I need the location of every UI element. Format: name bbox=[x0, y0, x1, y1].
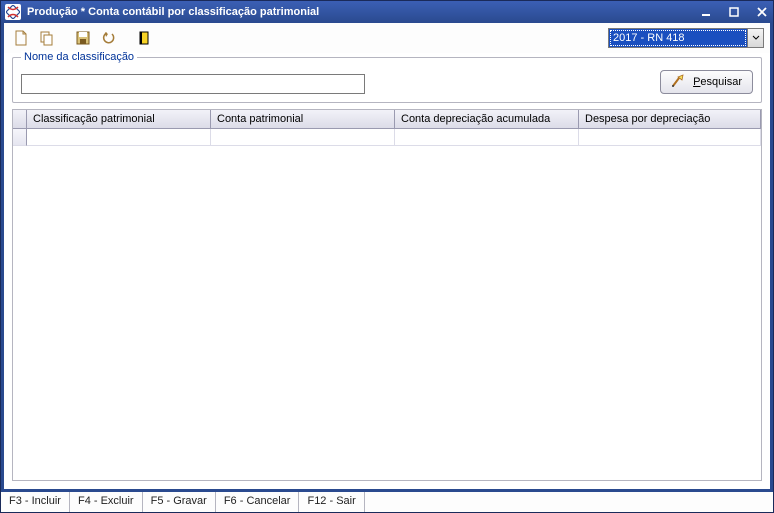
titlebar: Produção * Conta contábil por classifica… bbox=[1, 1, 773, 23]
grid-col-1[interactable]: Conta patrimonial bbox=[211, 110, 395, 129]
grid-cell[interactable] bbox=[395, 129, 579, 146]
period-combo-text: 2017 - RN 418 bbox=[609, 29, 747, 47]
grid-col-2[interactable]: Conta depreciação acumulada bbox=[395, 110, 579, 129]
chevron-down-icon bbox=[747, 29, 763, 47]
client-area: 2017 - RN 418 Nome da classificação bbox=[1, 23, 773, 492]
search-button[interactable]: Pesquisar bbox=[660, 70, 753, 94]
new-button[interactable] bbox=[10, 27, 32, 49]
status-f12: F12 - Sair bbox=[299, 492, 364, 512]
status-f4: F4 - Excluir bbox=[70, 492, 143, 512]
app-icon bbox=[5, 4, 21, 20]
grid-cell[interactable] bbox=[211, 129, 395, 146]
statusbar: F3 - Incluir F4 - Excluir F5 - Gravar F6… bbox=[1, 492, 773, 512]
grid-cell[interactable] bbox=[27, 129, 211, 146]
grid-header: Classificação patrimonial Conta patrimon… bbox=[13, 110, 761, 129]
copy-button[interactable] bbox=[36, 27, 58, 49]
save-button[interactable] bbox=[72, 27, 94, 49]
status-f5: F5 - Gravar bbox=[143, 492, 216, 512]
grid: Classificação patrimonial Conta patrimon… bbox=[12, 109, 762, 481]
search-icon bbox=[671, 74, 687, 91]
table-row[interactable] bbox=[27, 129, 761, 146]
search-button-label: Pesquisar bbox=[693, 76, 742, 88]
window-title: Produção * Conta contábil por classifica… bbox=[27, 6, 319, 18]
search-input[interactable] bbox=[21, 74, 365, 94]
undo-button[interactable] bbox=[98, 27, 120, 49]
grid-body[interactable] bbox=[13, 129, 761, 480]
maximize-button[interactable] bbox=[723, 3, 745, 21]
grid-rowheader[interactable] bbox=[13, 129, 27, 146]
search-panel: Nome da classificação Pesquisar bbox=[12, 57, 762, 103]
close-button[interactable] bbox=[751, 3, 773, 21]
exit-button[interactable] bbox=[134, 27, 156, 49]
window-frame: Produção * Conta contábil por classifica… bbox=[0, 0, 774, 513]
grid-rowheader-corner bbox=[13, 110, 27, 129]
status-f3: F3 - Incluir bbox=[1, 492, 70, 512]
toolbar: 2017 - RN 418 bbox=[4, 23, 770, 53]
search-label: Nome da classificação bbox=[21, 51, 137, 63]
status-empty bbox=[365, 492, 773, 512]
status-f6: F6 - Cancelar bbox=[216, 492, 300, 512]
grid-cell[interactable] bbox=[579, 129, 761, 146]
period-combo[interactable]: 2017 - RN 418 bbox=[608, 28, 764, 48]
grid-col-3[interactable]: Despesa por depreciação bbox=[579, 110, 761, 129]
grid-col-0[interactable]: Classificação patrimonial bbox=[27, 110, 211, 129]
minimize-button[interactable] bbox=[695, 3, 717, 21]
